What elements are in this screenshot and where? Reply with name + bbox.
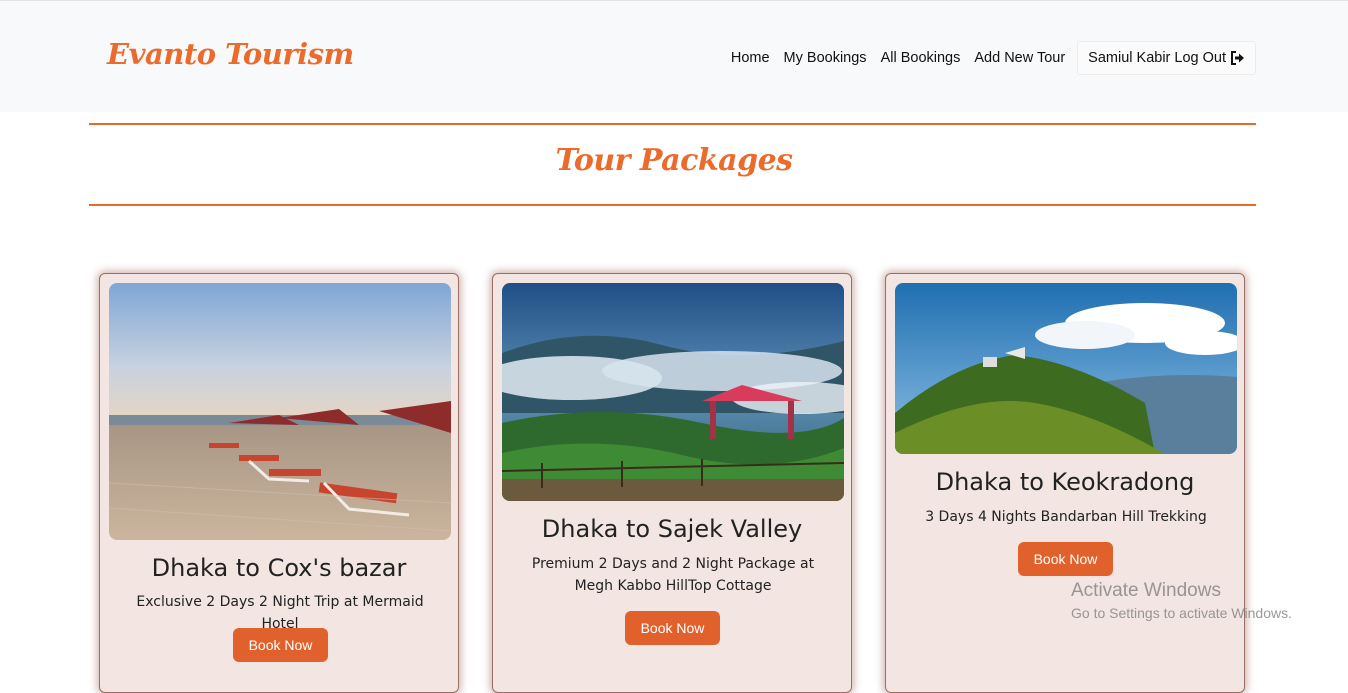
nav-home[interactable]: Home (724, 50, 777, 66)
green-hilltop-with-sky-image (895, 283, 1237, 454)
sign-out-icon (1231, 51, 1245, 65)
tour-title: Dhaka to Cox's bazar (151, 554, 407, 582)
watermark-subtitle: Go to Settings to activate Windows. (1071, 605, 1292, 621)
tour-card-sajek-valley: Dhaka to Sajek Valley Premium 2 Days and… (492, 273, 852, 693)
logout-label: Samiul Kabir Log Out (1088, 50, 1226, 66)
book-now-button[interactable]: Book Now (625, 611, 720, 645)
activate-windows-watermark: Activate Windows Go to Settings to activ… (1071, 580, 1292, 621)
nav-add-new-tour[interactable]: Add New Tour (967, 50, 1072, 66)
bottom-divider (89, 204, 1256, 206)
cloudy-hills-with-red-gazebo-image (502, 283, 844, 501)
nav-my-bookings[interactable]: My Bookings (777, 50, 874, 66)
book-now-button[interactable]: Book Now (233, 628, 328, 662)
nav-menu: Home My Bookings All Bookings Add New To… (724, 40, 1256, 76)
tour-description: 3 Days 4 Nights Bandarban Hill Trekking (925, 509, 1207, 525)
top-divider (89, 123, 1256, 125)
navbar: Evanto Tourism Home My Bookings All Book… (0, 0, 1348, 112)
section-title: Tour Packages (555, 143, 793, 178)
tour-card-coxs-bazar: Dhaka to Cox's bazar Exclusive 2 Days 2 … (99, 273, 459, 693)
tour-description: Premium 2 Days and 2 Night Package at Me… (531, 556, 815, 594)
tour-card-keokradong: Dhaka to Keokradong 3 Days 4 Nights Band… (885, 273, 1245, 693)
book-now-button[interactable]: Book Now (1018, 542, 1113, 576)
watermark-title: Activate Windows (1071, 580, 1221, 601)
tour-title: Dhaka to Keokradong (935, 468, 1195, 496)
tour-title: Dhaka to Sajek Valley (541, 515, 803, 543)
logout-button[interactable]: Samiul Kabir Log Out (1077, 41, 1256, 75)
nav-all-bookings[interactable]: All Bookings (874, 50, 968, 66)
beach-with-lounge-chairs-image (109, 283, 451, 540)
brand-logo[interactable]: Evanto Tourism (107, 37, 354, 71)
